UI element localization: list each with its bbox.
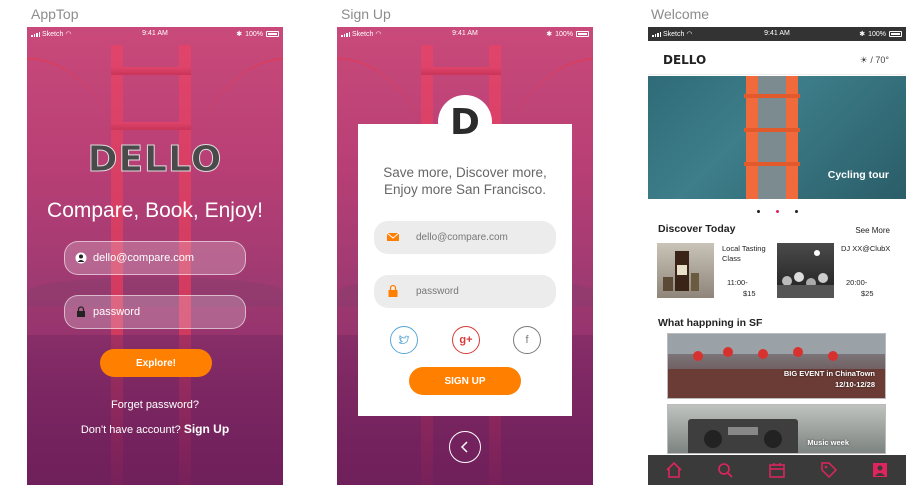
weather-temp: / 70° [870, 55, 889, 65]
weather-widget: ☀ / 70° [860, 55, 889, 66]
password-input[interactable]: password [64, 295, 246, 329]
email-placeholder: dello@compare.com [93, 252, 195, 264]
carousel-dot[interactable] [794, 210, 798, 213]
user-icon [75, 252, 87, 264]
status-bar: Sketch ◠ 9:41 AM ✱ 100% [648, 27, 906, 41]
banner-date: 12/10-12/28 [834, 380, 875, 389]
twitter-icon [398, 335, 410, 344]
artboard-title-signup: Sign Up [341, 6, 391, 22]
hero-rib [744, 128, 800, 132]
signup-prompt: Don't have account? Sign Up [27, 422, 283, 436]
battery-label: 100% [245, 30, 263, 38]
event-price: $25 [861, 289, 874, 298]
tower-beam [421, 67, 501, 75]
email-input[interactable]: dello@compare.com [374, 221, 556, 254]
signup-card: Save more, Discover more, Enjoy more San… [358, 124, 572, 416]
status-bar: Sketch ◠ 9:41 AM ✱ 100% [337, 27, 593, 41]
forget-password-link[interactable]: Forget password? [27, 399, 283, 411]
status-right: ✱ 100% [236, 30, 279, 38]
signup-button[interactable]: SIGN UP [409, 367, 521, 395]
crowd-image [777, 250, 834, 298]
bluetooth-icon: ✱ [546, 31, 553, 38]
explore-button[interactable]: Explore! [100, 349, 212, 377]
event-thumbnail-dj[interactable] [777, 243, 834, 298]
signup-heading-line1: Save more, Discover more, [383, 165, 547, 180]
app-logo: DELLO [87, 139, 223, 181]
google-plus-icon: g+ [459, 334, 473, 346]
status-right: ✱ 100% [859, 30, 902, 38]
password-input[interactable]: password [374, 275, 556, 308]
battery-icon [576, 31, 589, 37]
banner-title: Music week [807, 438, 849, 447]
email-input[interactable]: dello@compare.com [64, 241, 246, 275]
calendar-icon[interactable] [768, 461, 786, 479]
lock-icon [388, 284, 398, 297]
hero-caption: Cycling tour [827, 169, 889, 181]
battery-label: 100% [555, 30, 573, 38]
chevron-left-icon [460, 441, 468, 453]
password-placeholder: password [416, 286, 459, 297]
event-price: $15 [743, 289, 756, 298]
banner-title: BIG EVENT in ChinaTown [783, 369, 875, 378]
event-title[interactable]: Local Tasting Class [722, 244, 772, 264]
lock-icon [77, 306, 85, 317]
tagline: Compare, Book, Enjoy! [47, 199, 263, 222]
event-banner-chinatown[interactable]: BIG EVENT in ChinaTown 12/10-12/28 [667, 333, 886, 399]
welcome-screen: Sketch ◠ 9:41 AM ✱ 100% DELLO ☀ / 70° Cy… [648, 27, 906, 485]
profile-icon[interactable] [871, 461, 889, 479]
apptop-screen: Sketch ◠ 9:41 AM ✱ 100% DELLO Compare, B… [27, 27, 283, 485]
twitter-button[interactable] [390, 326, 418, 354]
tower-beam [111, 67, 191, 75]
event-thumbnail-tasting[interactable] [657, 243, 714, 298]
event-time: 20:00- [846, 278, 868, 287]
banner-caption: BIG EVENT in ChinaTown 12/10-12/28 [784, 368, 875, 390]
see-more-link[interactable]: See More [855, 226, 890, 235]
signup-link[interactable]: Sign Up [184, 422, 229, 436]
event-time: 11:00- [727, 278, 748, 287]
bluetooth-icon: ✱ [236, 31, 243, 38]
app-header: DELLO ☀ / 70° [648, 41, 906, 75]
status-bar: Sketch ◠ 9:41 AM ✱ 100% [27, 27, 283, 41]
battery-icon [889, 31, 902, 37]
event-banner-music[interactable]: Music week [667, 404, 886, 454]
status-right: ✱ 100% [546, 30, 589, 38]
radio-image [688, 419, 798, 453]
bluetooth-icon: ✱ [859, 31, 866, 38]
happening-title: What happning in SF [658, 317, 763, 329]
signup-heading-line2: Enjoy more San Francisco. [383, 182, 547, 197]
password-placeholder: password [93, 306, 141, 318]
email-placeholder: dello@compare.com [416, 232, 508, 243]
hero-rib [744, 162, 800, 166]
app-logo: DELLO [663, 53, 707, 67]
bottle-image [663, 251, 699, 291]
sun-icon: ☀ [859, 55, 868, 65]
artboard-title-apptop: AppTop [31, 6, 79, 22]
mail-icon [386, 232, 400, 241]
search-icon[interactable] [716, 461, 734, 479]
battery-label: 100% [868, 30, 886, 38]
hero-rib [744, 94, 800, 98]
tower-beam [111, 122, 191, 130]
home-icon[interactable] [665, 461, 683, 479]
facebook-icon: f [525, 334, 529, 346]
tag-icon[interactable] [820, 461, 838, 479]
facebook-button[interactable]: f [513, 326, 541, 354]
google-plus-button[interactable]: g+ [452, 326, 480, 354]
carousel-dot[interactable] [756, 210, 760, 213]
bottom-tab-bar [648, 455, 906, 485]
banner-caption: Music week [807, 437, 849, 448]
artboard-title-welcome: Welcome [651, 6, 710, 22]
battery-icon [266, 31, 279, 37]
signup-heading: Save more, Discover more, Enjoy more San… [358, 164, 572, 198]
no-account-text: Don't have account? [80, 424, 181, 436]
event-title[interactable]: DJ XX@ClubX [841, 244, 897, 254]
hero-carousel[interactable]: Cycling tour [648, 76, 906, 199]
app-logo-d: D [438, 95, 492, 149]
signup-screen: Sketch ◠ 9:41 AM ✱ 100% Save more, Disco… [337, 27, 593, 485]
discover-title: Discover Today [658, 223, 736, 235]
back-button[interactable] [449, 431, 481, 463]
carousel-dots[interactable] [648, 210, 906, 213]
carousel-dot-active[interactable] [775, 210, 779, 213]
